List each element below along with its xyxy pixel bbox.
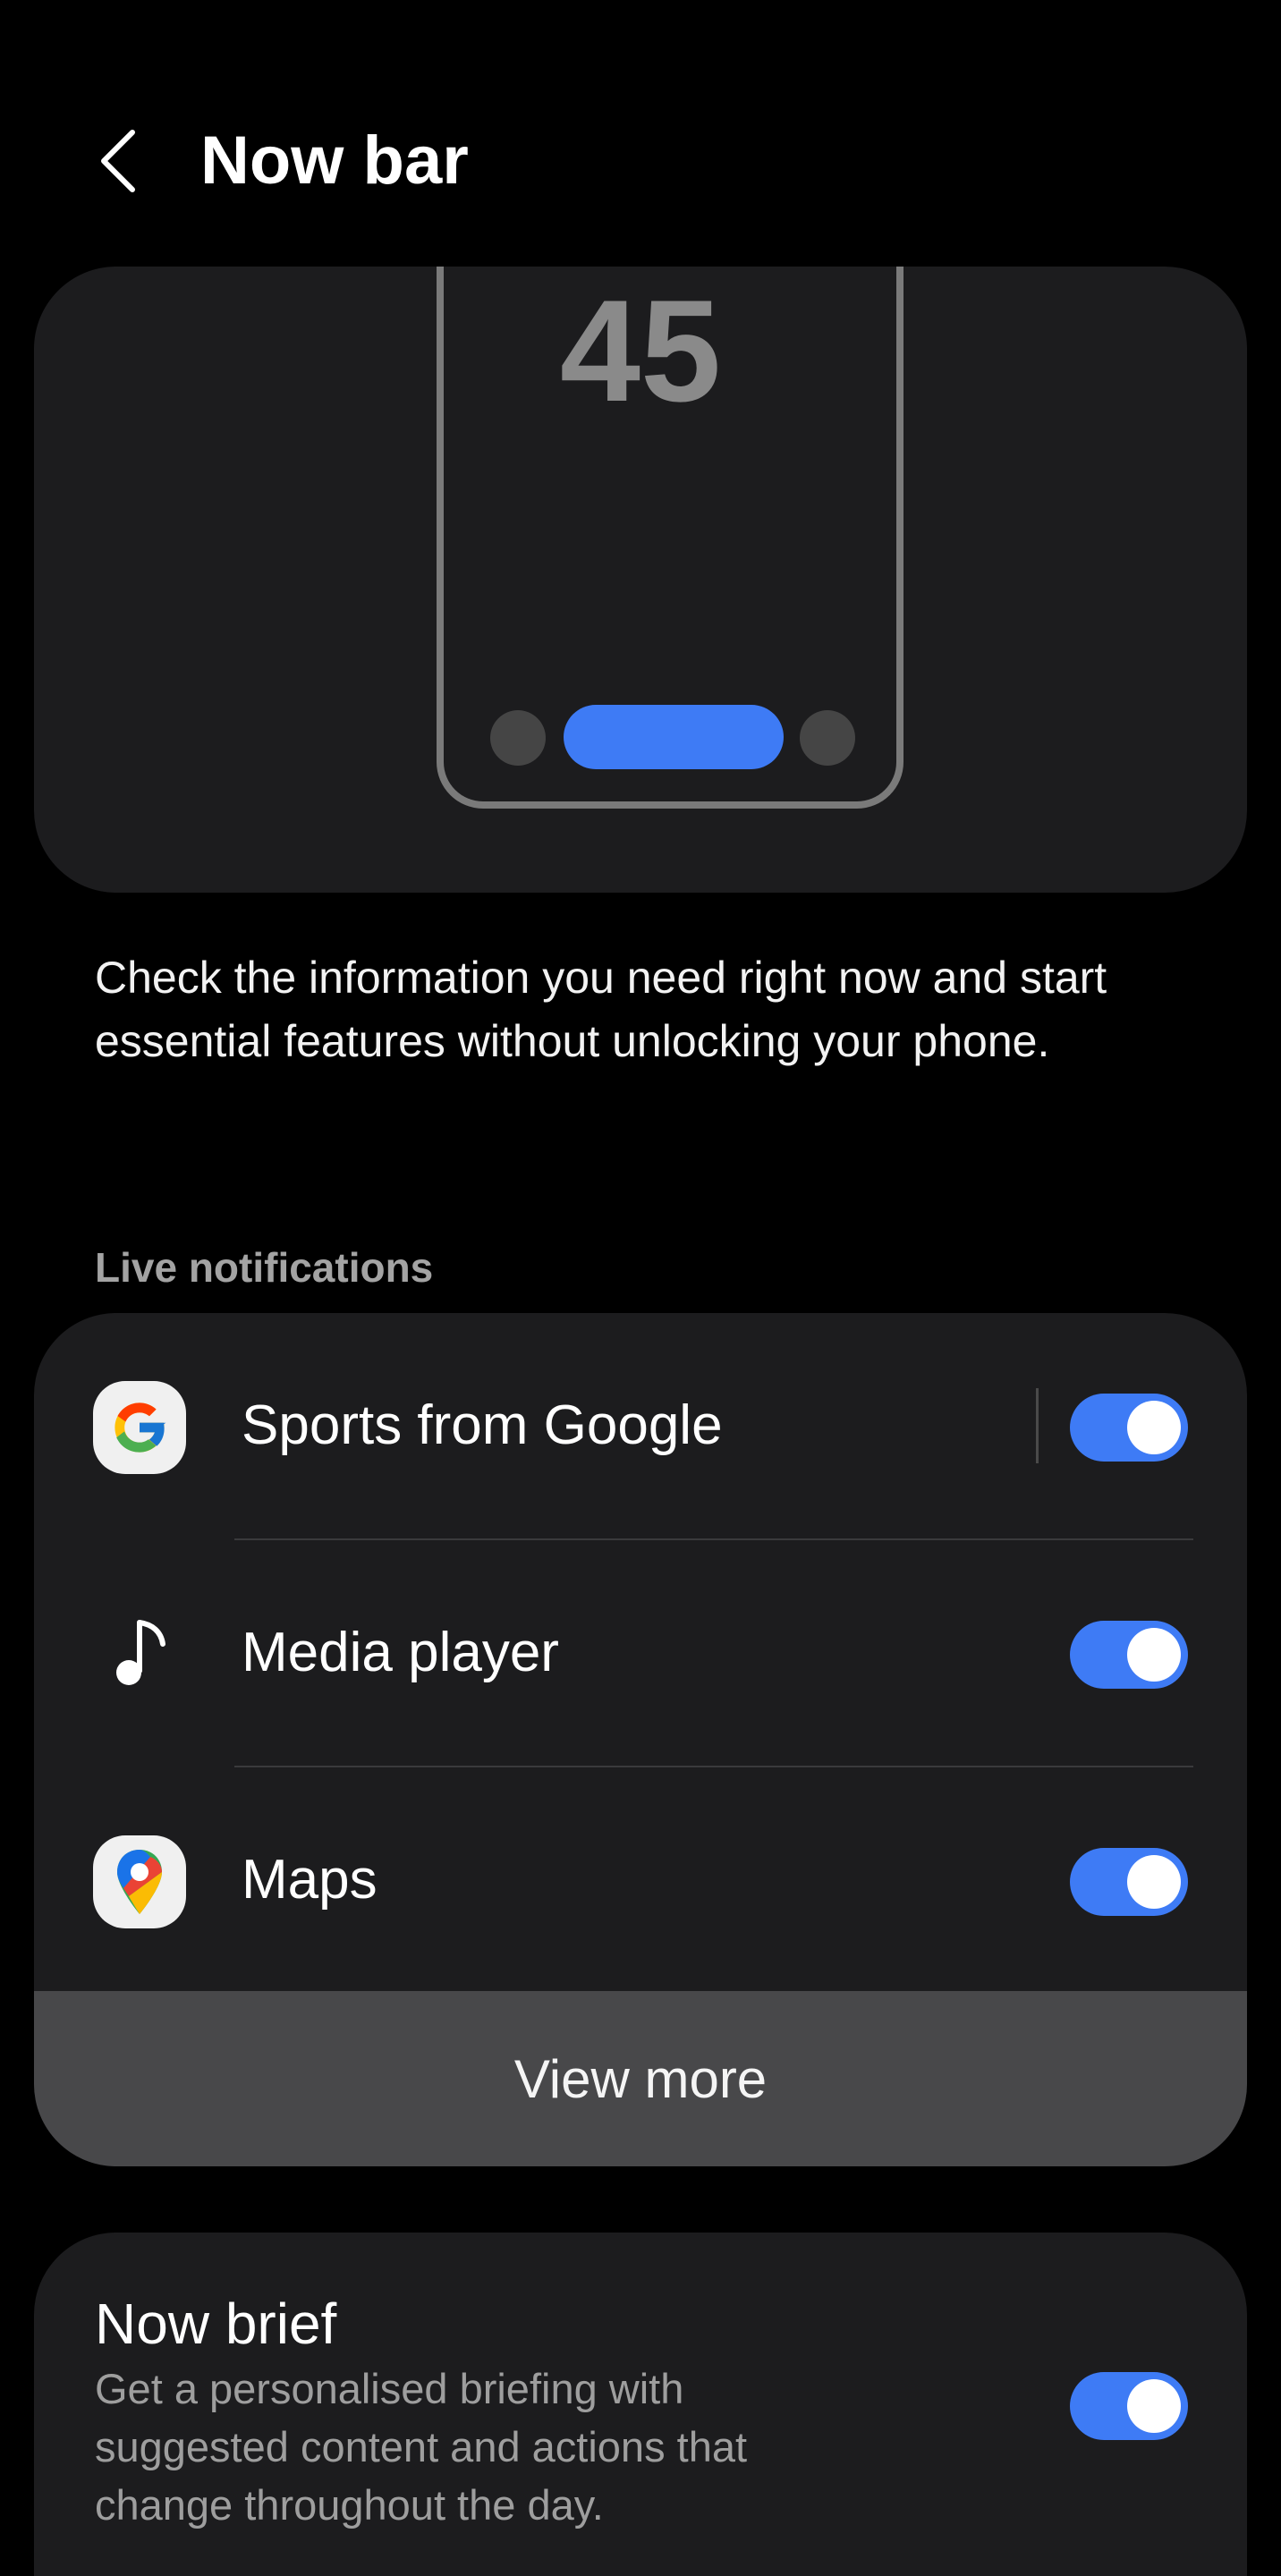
google-g-icon <box>93 1381 186 1474</box>
section-header-live-notifications: Live notifications <box>95 1244 434 1291</box>
google-maps-icon <box>93 1835 186 1928</box>
now-brief-description: Get a personalised briefing with suggest… <box>95 2365 748 2529</box>
list-item-media-player[interactable]: Media player <box>34 1540 1247 1766</box>
feature-description: Check the information you need right now… <box>95 953 1107 1066</box>
lockscreen-shortcut-left <box>490 710 546 766</box>
view-more-button[interactable]: View more <box>34 1991 1247 2166</box>
page-title: Now bar <box>200 123 469 199</box>
music-note-icon <box>116 1620 165 1685</box>
list-item-maps[interactable]: Maps <box>34 1767 1247 1993</box>
divider-vertical <box>1036 1388 1039 1463</box>
now-bar-illustration: 45 <box>34 267 1247 893</box>
list-item-label: Media player <box>242 1622 559 1683</box>
now-brief-card[interactable]: Now brief Get a personalised briefing wi… <box>34 2233 1247 2576</box>
chevron-left-icon <box>101 130 135 192</box>
list-item-sports-from-google[interactable]: Sports from Google <box>34 1313 1247 1538</box>
now-brief-title: Now brief <box>95 2292 337 2356</box>
media-player-toggle[interactable] <box>1070 1621 1188 1689</box>
live-notifications-card: Sports from Google Media player Maps Vie… <box>34 1313 1247 2166</box>
list-item-label: Maps <box>242 1849 378 1911</box>
now-brief-toggle[interactable] <box>1070 2372 1188 2440</box>
list-item-label: Sports from Google <box>242 1394 723 1456</box>
lockscreen-shortcut-right <box>800 710 855 766</box>
lockscreen-clock: 45 <box>559 270 722 432</box>
now-bar-pill <box>564 705 784 769</box>
back-button[interactable] <box>82 116 154 206</box>
maps-toggle[interactable] <box>1070 1848 1188 1916</box>
sports-from-google-toggle[interactable] <box>1070 1394 1188 1462</box>
